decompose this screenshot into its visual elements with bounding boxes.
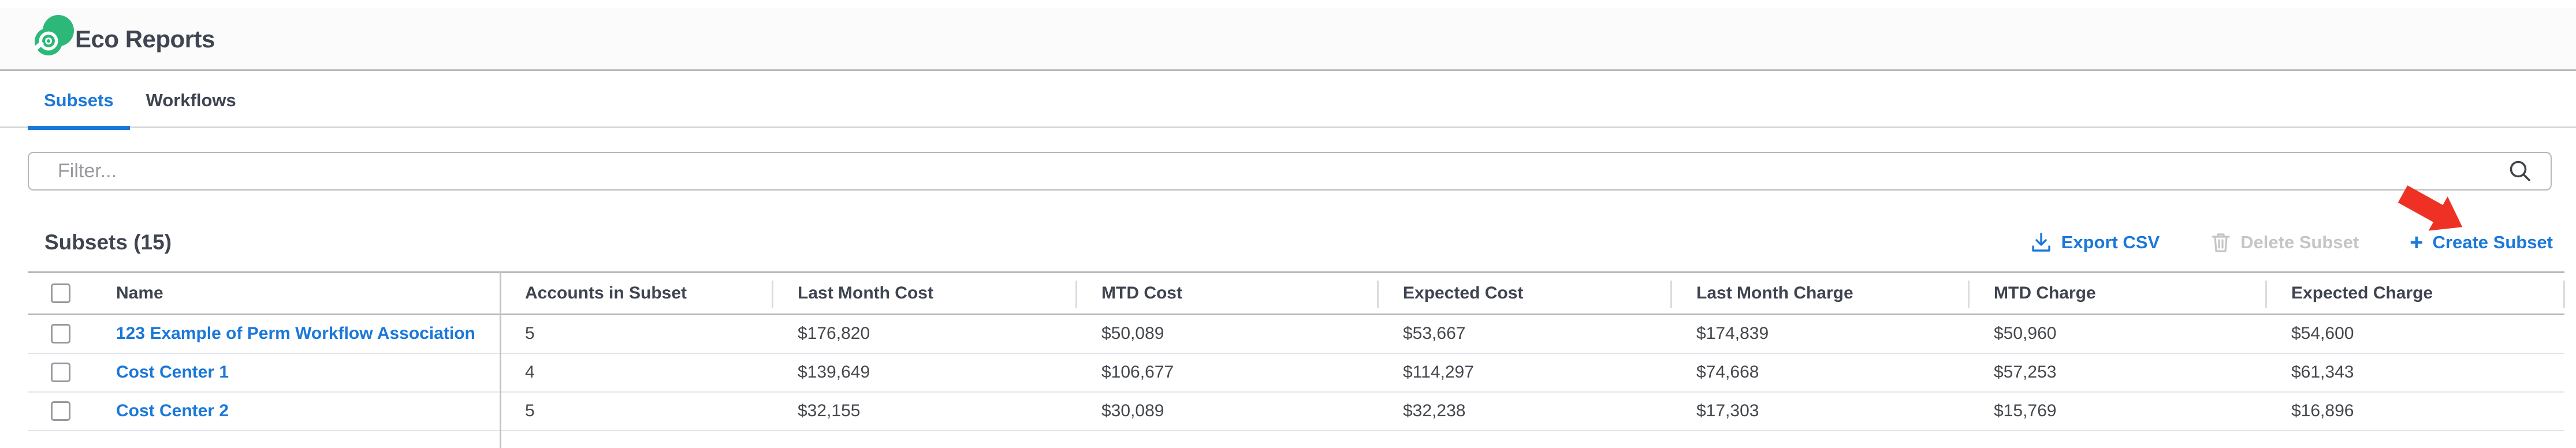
table-row: 123 Example of Perm Workflow Association… — [28, 315, 2564, 353]
create-subset-label: Create Subset — [2433, 232, 2553, 253]
cell-last-month-cost: $139,649 — [772, 353, 1076, 392]
eco-reports-page: Eco Reports Subsets Workflows Subsets (1… — [0, 0, 2576, 448]
cell-mtd-charge: $50,960 — [1968, 315, 2266, 353]
create-subset-button[interactable]: + Create Subset — [2410, 231, 2553, 254]
col-header-last-month-charge[interactable]: Last Month Charge — [1671, 272, 1968, 315]
plus-icon: + — [2410, 231, 2423, 254]
name-column-divider — [500, 271, 501, 448]
col-header-last-month-cost[interactable]: Last Month Cost — [772, 272, 1076, 315]
subset-name-link[interactable]: Cost Center 2 — [116, 401, 229, 420]
cell-last-month-cost: $32,155 — [772, 392, 1076, 431]
cell-accounts: 5 — [500, 315, 772, 353]
filter-input[interactable] — [28, 152, 2552, 191]
cell-last-month-charge: $74,668 — [1671, 353, 1968, 392]
row-checkbox[interactable] — [51, 324, 70, 344]
row-checkbox[interactable] — [51, 401, 70, 421]
cell-mtd-cost: $30,089 — [1076, 392, 1378, 431]
tabbar: Subsets Workflows — [0, 73, 2576, 128]
col-header-mtd-cost[interactable]: MTD Cost — [1076, 272, 1378, 315]
cell-mtd-cost: $106,677 — [1076, 353, 1378, 392]
col-header-accounts[interactable]: Accounts in Subset — [500, 272, 772, 315]
cell-expected-charge: $54,600 — [2266, 315, 2564, 353]
row-checkbox[interactable] — [51, 363, 70, 382]
cell-expected-cost: $114,297 — [1378, 353, 1671, 392]
delete-subset-button: Delete Subset — [2210, 232, 2359, 253]
subset-name-link[interactable]: 123 Example of Perm Workflow Association — [116, 324, 475, 343]
col-header-name[interactable]: Name — [91, 272, 500, 315]
section-title: Subsets (15) — [44, 222, 172, 263]
download-icon — [2030, 232, 2052, 253]
table-row: Cost Center 2 5 $32,155 $30,089 $32,238 … — [28, 392, 2564, 431]
cell-expected-charge: $16,896 — [2266, 392, 2564, 431]
col-header-expected-cost[interactable]: Expected Cost — [1378, 272, 1671, 315]
cell-expected-cost: $32,238 — [1378, 392, 1671, 431]
export-csv-label: Export CSV — [2061, 232, 2160, 253]
cell-last-month-charge: $174,839 — [1671, 315, 1968, 353]
cell-accounts: 4 — [500, 353, 772, 392]
select-all-checkbox[interactable] — [51, 283, 70, 303]
tab-subsets[interactable]: Subsets — [28, 73, 130, 128]
table-header-row: Name Accounts in Subset Last Month Cost … — [28, 272, 2564, 315]
col-header-expected-charge[interactable]: Expected Charge — [2266, 272, 2564, 315]
table-actions: Export CSV Delete Subset + Create Subset — [2030, 222, 2553, 263]
cell-mtd-cost: $50,089 — [1076, 315, 1378, 353]
trash-icon — [2210, 232, 2231, 253]
cell-mtd-charge: $15,769 — [1968, 392, 2266, 431]
cell-last-month-charge: $17,303 — [1671, 392, 1968, 431]
delete-subset-label: Delete Subset — [2240, 232, 2359, 253]
search-icon[interactable] — [2507, 158, 2533, 185]
filter-bar — [28, 152, 2552, 191]
subset-name-link[interactable]: Cost Center 1 — [116, 363, 229, 382]
tab-workflows[interactable]: Workflows — [130, 73, 252, 128]
cell-accounts: 5 — [500, 392, 772, 431]
table-row: Cost Center 1 4 $139,649 $106,677 $114,2… — [28, 353, 2564, 392]
cell-expected-cost: $53,667 — [1378, 315, 1671, 353]
export-csv-button[interactable]: Export CSV — [2030, 232, 2160, 253]
eco-swirl-icon — [33, 15, 75, 60]
cell-last-month-cost: $176,820 — [772, 315, 1076, 353]
col-header-mtd-charge[interactable]: MTD Charge — [1968, 272, 2266, 315]
subsets-table: Name Accounts in Subset Last Month Cost … — [28, 271, 2564, 431]
page-title: Eco Reports — [75, 8, 215, 71]
app-header: Eco Reports — [0, 8, 2576, 71]
cell-mtd-charge: $57,253 — [1968, 353, 2266, 392]
cell-expected-charge: $61,343 — [2266, 353, 2564, 392]
section-row: Subsets (15) Export CSV Delete Subset + … — [0, 222, 2576, 263]
